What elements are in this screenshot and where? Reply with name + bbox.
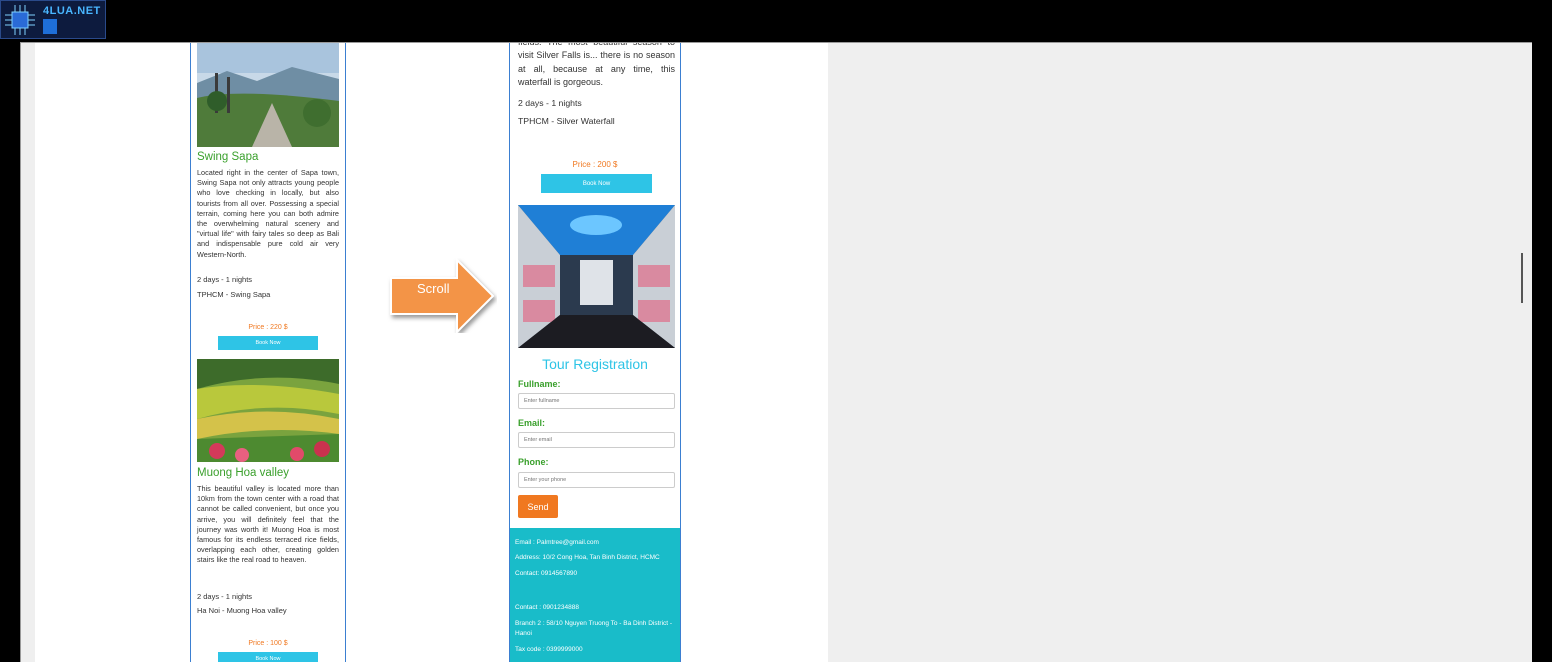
footer-branch-2: Branch 2 : 58/10 Nguyen Truong To - Ba D… bbox=[515, 620, 673, 637]
tour-title[interactable]: Swing Sapa bbox=[197, 151, 258, 163]
tour-duration: 2 days - 1 nights bbox=[518, 98, 582, 108]
book-now-button[interactable]: Book Now bbox=[541, 174, 652, 193]
footer-contact: Contact: 0914567890 bbox=[515, 570, 578, 577]
screenshot-frame: Swing Sapa Located right in the center o… bbox=[20, 42, 1532, 662]
tour-description: fields. The most beautiful season to vis… bbox=[518, 42, 675, 88]
footer-tax-code: Tax code : 0399999000 bbox=[515, 646, 583, 653]
watermark-logo: 4LUA.NET bbox=[0, 0, 106, 39]
tour-price: Price : 100 $ bbox=[248, 640, 288, 647]
muong-hoa-image bbox=[197, 359, 339, 462]
tour-price: Price : 200 $ bbox=[572, 160, 618, 169]
fullname-label: Fullname: bbox=[518, 379, 561, 389]
bus-interior-image bbox=[518, 205, 675, 348]
scrollbar-thumb[interactable] bbox=[1521, 253, 1523, 303]
registration-title: Tour Registration bbox=[542, 356, 648, 372]
tour-route: TPHCM - Silver Waterfall bbox=[518, 116, 615, 126]
tour-detail-column: fields. The most beautiful season to vis… bbox=[509, 43, 681, 662]
tour-route: TPHCM - Swing Sapa bbox=[197, 290, 271, 299]
scroll-label: Scroll bbox=[417, 281, 450, 296]
phone-input[interactable] bbox=[518, 472, 675, 488]
email-input[interactable] bbox=[518, 432, 675, 448]
swing-sapa-image bbox=[197, 43, 339, 147]
tour-price: Price : 220 $ bbox=[248, 324, 288, 331]
footer-contact-2: Contact : 0901234888 bbox=[515, 604, 579, 611]
watermark-text: 4LUA.NET bbox=[43, 5, 101, 17]
tour-route: Ha Noi - Muong Hoa valley bbox=[197, 606, 287, 615]
tour-duration: 2 days - 1 nights bbox=[197, 592, 253, 601]
circuit-chip-icon bbox=[5, 5, 35, 35]
watermark-badge bbox=[43, 19, 57, 34]
site-footer: Email : Palmtree@gmail.com Address: 10/2… bbox=[510, 528, 680, 662]
send-button[interactable]: Send bbox=[518, 495, 558, 518]
footer-address: Address: 10/2 Cong Hoa, Tan Binh Distric… bbox=[515, 554, 660, 561]
tour-list-column: Swing Sapa Located right in the center o… bbox=[190, 43, 346, 662]
web-page: Swing Sapa Located right in the center o… bbox=[35, 43, 828, 662]
footer-email: Email : Palmtree@gmail.com bbox=[515, 539, 599, 546]
book-now-button[interactable]: Book Now bbox=[218, 336, 318, 350]
book-now-button[interactable]: Book Now bbox=[218, 652, 318, 662]
phone-label: Phone: bbox=[518, 457, 549, 467]
tour-duration: 2 days - 1 nights bbox=[197, 275, 253, 284]
email-label: Email: bbox=[518, 418, 546, 428]
tour-description: This beautiful valley is located more th… bbox=[197, 484, 339, 565]
fullname-input[interactable] bbox=[518, 393, 675, 409]
tour-description: Located right in the center of Sapa town… bbox=[197, 168, 339, 259]
tour-title[interactable]: Muong Hoa valley bbox=[197, 467, 289, 479]
